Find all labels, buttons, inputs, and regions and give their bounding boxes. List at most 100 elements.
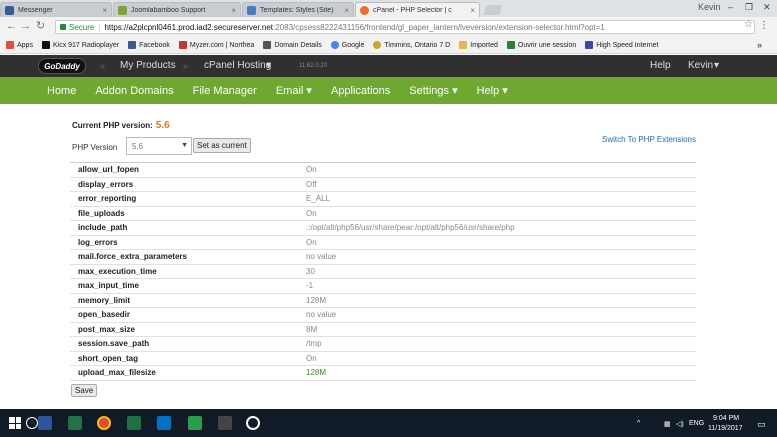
windows-taskbar: ^ ▦ ◁) ENG 9:04 PM 11/19/2017 ▭ — [0, 409, 777, 437]
tab-messenger[interactable]: Messenger × — [0, 2, 112, 17]
excel-icon[interactable] — [127, 416, 141, 430]
close-window-icon[interactable]: ✕ — [763, 2, 771, 13]
bookmark-imported[interactable]: Imported — [459, 41, 498, 49]
php-option-value[interactable]: 128M — [306, 368, 326, 377]
internet-icon — [585, 41, 594, 49]
reload-icon[interactable]: ↻ — [36, 21, 45, 32]
php-option-row-log-errors: log_errors On — [70, 236, 696, 250]
nav-applications[interactable]: Applications — [331, 85, 390, 97]
new-tab-button[interactable] — [483, 5, 503, 15]
php-option-value[interactable]: no value — [306, 252, 336, 261]
bookmark-kicx[interactable]: Kicx 917 Radioplayer — [41, 41, 119, 49]
network-icon[interactable]: ▦ — [664, 420, 671, 428]
php-option-value[interactable]: 128M — [306, 296, 326, 305]
publisher-icon[interactable] — [188, 416, 202, 430]
breadcrumb-my-products[interactable]: My Products — [120, 60, 176, 71]
url-host: https://a2plcpnl0461.prod.iad2.secureser… — [104, 22, 273, 32]
bookmark-google[interactable]: Google — [330, 41, 364, 49]
php-option-row-memory-limit: memory_limit 128M — [70, 294, 696, 308]
clock-time[interactable]: 9:04 PM — [713, 415, 739, 422]
notifications-icon[interactable]: ▭ — [757, 419, 766, 430]
switch-to-php-extensions-link[interactable]: Switch To PHP Extensions — [602, 135, 696, 144]
php-option-value[interactable]: no value — [306, 310, 336, 319]
nav-addon-domains[interactable]: Addon Domains — [95, 85, 173, 97]
minimize-icon[interactable]: – — [728, 2, 733, 12]
php-option-value[interactable]: -1 — [306, 281, 313, 290]
project-icon[interactable] — [68, 416, 82, 430]
chevron-down-icon[interactable]: ▾ — [266, 60, 271, 71]
user-menu[interactable]: Kevin — [688, 60, 713, 71]
php-option-value[interactable]: E_ALL — [306, 194, 330, 203]
back-icon[interactable]: ← — [6, 21, 17, 32]
language-indicator[interactable]: ENG — [689, 420, 704, 427]
apps-grid-icon — [6, 41, 14, 49]
bookmarks-overflow-icon[interactable]: » — [757, 40, 762, 50]
browser-toolbar: ← → ↻ Secure | https://a2plcpnl0461.prod… — [0, 17, 777, 37]
dropdown-arrow-icon: ▼ — [181, 142, 188, 149]
bookmark-internet[interactable]: High Speed Internet — [585, 41, 659, 49]
breadcrumb-cpanel-hosting[interactable]: cPanel Hosting — [204, 60, 271, 71]
volume-icon[interactable]: ◁) — [676, 420, 684, 428]
chrome-icon[interactable] — [97, 416, 111, 430]
php-option-value[interactable]: .:/opt/alt/php56/usr/share/pear:/opt/alt… — [306, 223, 515, 232]
bookmark-star-icon[interactable]: ☆ — [744, 19, 753, 30]
bookmark-domain-details[interactable]: Domain Details — [263, 41, 322, 49]
chevron-down-icon[interactable]: ▾ — [714, 60, 719, 71]
php-option-name: session.save_path — [78, 339, 150, 349]
php-option-value[interactable]: Off — [306, 180, 317, 189]
php-option-name: include_path — [78, 223, 128, 233]
nav-home[interactable]: Home — [47, 85, 76, 97]
close-icon[interactable]: × — [344, 6, 349, 15]
nav-file-manager[interactable]: File Manager — [193, 85, 257, 97]
forward-icon[interactable]: → — [20, 21, 31, 32]
php-option-value[interactable]: 8M — [306, 325, 317, 334]
chevron-down-icon: ▾ — [502, 85, 508, 97]
php-option-value[interactable]: On — [306, 354, 317, 363]
php-option-row-max-execution-time: max_execution_time 30 — [70, 265, 696, 279]
maximize-icon[interactable]: ❐ — [745, 2, 753, 13]
php-options-table: allow_url_fopen On display_errors Off error_… — [70, 162, 696, 381]
tab-cpanel[interactable]: cPanel - PHP Selector | c × — [355, 2, 480, 17]
php-version-select[interactable]: 5.6 ▼ — [126, 137, 192, 155]
more-menu-icon[interactable]: ⋮ — [759, 20, 769, 31]
tab-joomlabamboo[interactable]: Joomlabamboo Support × — [113, 2, 241, 17]
address-bar[interactable]: Secure | https://a2plcpnl0461.prod.iad2.… — [55, 20, 755, 34]
bookmark-timmins[interactable]: Timmins, Ontario 7 D — [373, 41, 450, 49]
nav-email[interactable]: Email ▾ — [276, 84, 312, 97]
godaddy-logo[interactable]: GoDaddy — [38, 58, 86, 74]
facebook-icon — [128, 41, 137, 49]
close-icon[interactable]: × — [231, 6, 236, 15]
php-option-row-mail-force-extra-parameters: mail.force_extra_parameters no value — [70, 250, 696, 265]
bookmark-ouvrir[interactable]: Ouvrir une session — [506, 41, 576, 49]
nav-help[interactable]: Help ▾ — [477, 84, 508, 97]
set-as-current-button[interactable]: Set as current — [193, 138, 251, 153]
bookmark-myzer[interactable]: Myzer.com | Northea — [178, 41, 254, 49]
file-explorer-icon[interactable] — [218, 416, 232, 430]
word-icon[interactable] — [38, 416, 52, 430]
clock-date[interactable]: 11/19/2017 — [708, 425, 743, 432]
media-icon[interactable] — [246, 416, 260, 430]
php-option-value[interactable]: On — [306, 238, 317, 247]
profile-name[interactable]: Kevin — [698, 2, 721, 12]
cpanel-icon — [360, 5, 369, 15]
php-option-value[interactable]: /tmp — [306, 339, 322, 348]
search-icon[interactable] — [26, 417, 38, 429]
outlook-icon[interactable] — [157, 416, 171, 430]
php-option-value[interactable]: On — [306, 209, 317, 218]
php-option-value[interactable]: 30 — [306, 267, 315, 276]
close-icon[interactable]: × — [102, 6, 107, 15]
windows-start-icon[interactable] — [9, 417, 21, 429]
php-option-value[interactable]: On — [306, 165, 317, 174]
nav-settings[interactable]: Settings ▾ — [409, 84, 457, 97]
save-button[interactable]: Save — [71, 384, 98, 397]
current-php-version: Current PHP version: 5.6 — [72, 120, 170, 131]
bookmark-apps[interactable]: Apps — [6, 41, 33, 49]
help-link[interactable]: Help — [650, 60, 671, 71]
php-option-name: open_basedir — [78, 310, 131, 320]
close-icon[interactable]: × — [470, 6, 475, 15]
php-option-row-session-save-path: session.save_path/tmp — [70, 337, 696, 352]
bookmark-facebook[interactable]: Facebook — [128, 41, 170, 49]
tab-templates[interactable]: Templates: Styles (Site) × — [242, 2, 354, 17]
php-option-name: memory_limit — [78, 295, 131, 305]
tray-chevron-icon[interactable]: ^ — [637, 420, 640, 427]
